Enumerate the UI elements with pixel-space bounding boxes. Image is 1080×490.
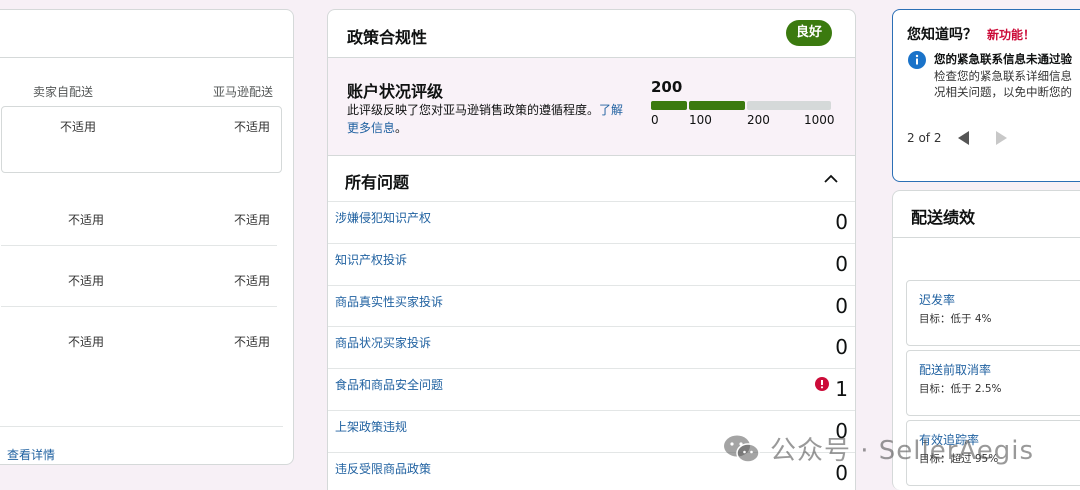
tip-headline: 您的紧急联系信息未通过验: [934, 52, 1072, 66]
amazon-value: 不适用: [234, 213, 271, 227]
issue-count: 0: [835, 210, 848, 234]
issue-link[interactable]: 商品状况买家投诉: [335, 334, 431, 351]
issue-link[interactable]: 知识产权投诉: [335, 251, 407, 268]
row-divider: [1, 245, 277, 246]
previous-arrow-icon[interactable]: [955, 129, 973, 147]
watermark-text: 公众号 · SellerAegis: [770, 436, 1035, 466]
metric-row-box: 不适用 不适用: [1, 106, 282, 173]
fulfillment-card: 卖家自配送 亚马逊配送 不适用 不适用 不适用 不适用 不适用 不适用 不适用 …: [0, 9, 294, 465]
new-feature-badge: 新功能！: [987, 28, 1036, 42]
issue-link[interactable]: 涉嫌侵犯知识产权: [335, 209, 431, 226]
tip-line: 况相关问题，以免中断您的: [934, 85, 1072, 99]
ahr-desc-text: 此评级反映了您对亚马逊销售政策的遵循程度。: [347, 103, 600, 117]
pager-indicator: 2 of 2: [907, 131, 942, 145]
issue-count: 0: [835, 293, 848, 318]
seller-value: 不适用: [68, 274, 105, 288]
issue-link[interactable]: 上架政策违规: [335, 418, 407, 435]
metric-target: 目标：低于 2.5%: [919, 383, 1002, 395]
amazon-value: 不适用: [234, 274, 271, 288]
issue-row: 商品状况买家投诉 0: [328, 326, 855, 368]
ahr-title: 账户状况评级: [347, 82, 444, 101]
issue-count: 0: [835, 335, 848, 360]
issue-row: 涉嫌侵犯知识产权 0: [328, 201, 855, 243]
score-bar-segment-high: [747, 101, 831, 110]
issues-title: 所有问题: [345, 173, 410, 192]
seller-value: 不适用: [60, 120, 97, 134]
metric-cancel-rate: 配送前取消率 目标：低于 2.5%: [906, 350, 1080, 416]
issue-link[interactable]: 食品和商品安全问题: [335, 376, 443, 393]
metric-target: 目标：低于 4%: [919, 313, 992, 325]
did-you-know-card: 您知道吗？ 新功能！ 您的紧急联系信息未通过验 检查您的紧急联系详细信息 况相关…: [892, 9, 1080, 182]
scale-tick: 0: [651, 113, 659, 127]
issue-row: 食品和商品安全问题 1: [328, 368, 855, 410]
issue-count: 1: [835, 377, 848, 402]
seller-value: 不适用: [68, 213, 105, 227]
status-badge: 良好: [786, 20, 833, 46]
score-bar-segment-mid: [689, 101, 745, 110]
ahr-desc-suffix: 。: [395, 121, 408, 135]
tip-line: 检查您的紧急联系详细信息: [934, 69, 1072, 83]
metric-link[interactable]: 迟发率: [919, 291, 955, 308]
info-icon: [908, 51, 926, 69]
ahr-description: 此评级反映了您对亚马逊销售政策的遵循程度。了解更多信息。: [347, 101, 627, 137]
score-bar: [651, 101, 831, 110]
column-header-amazon-fulfilled: 亚马逊配送: [213, 85, 274, 99]
header-divider: [893, 237, 1080, 238]
chevron-up-icon[interactable]: [822, 170, 840, 188]
issue-count: 0: [835, 251, 848, 276]
metric-late-shipment: 迟发率 目标：低于 4%: [906, 280, 1080, 346]
scale-tick: 100: [689, 113, 712, 127]
score-bar-segment-low: [651, 101, 687, 110]
ahr-score: 200: [651, 78, 683, 96]
scale-tick: 1000: [804, 113, 835, 127]
amazon-value: 不适用: [234, 335, 271, 349]
tip-body: 检查您的紧急联系详细信息 况相关问题，以免中断您的: [934, 68, 1080, 100]
issue-link[interactable]: 违反受限商品政策: [335, 460, 431, 477]
seller-value: 不适用: [68, 335, 105, 349]
wechat-icon: [724, 435, 760, 463]
amazon-value: 不适用: [234, 120, 271, 134]
alert-icon: [815, 377, 829, 392]
scale-tick: 200: [747, 113, 770, 127]
header-divider: [0, 57, 293, 58]
issue-link[interactable]: 商品真实性买家投诉: [335, 293, 443, 310]
tip-title: 您知道吗？: [907, 27, 977, 43]
policy-compliance-card: 政策合规性 良好 账户状况评级 此评级反映了您对亚马逊销售政策的遵循程度。了解更…: [327, 9, 856, 490]
card-title: 政策合规性: [347, 28, 428, 47]
next-arrow-icon[interactable]: [992, 129, 1010, 147]
account-health-rating: 账户状况评级 此评级反映了您对亚马逊销售政策的遵循程度。了解更多信息。 200 …: [328, 57, 855, 156]
footer-divider: [0, 426, 283, 427]
column-header-seller-fulfilled: 卖家自配送: [33, 85, 94, 99]
metric-link[interactable]: 配送前取消率: [919, 361, 991, 378]
issue-row: 知识产权投诉 0: [328, 242, 855, 285]
card-title: 配送绩效: [911, 208, 976, 227]
issue-row: 商品真实性买家投诉 0: [328, 284, 855, 327]
row-divider: [1, 306, 277, 307]
view-details-link[interactable]: 查看详情: [7, 446, 55, 463]
